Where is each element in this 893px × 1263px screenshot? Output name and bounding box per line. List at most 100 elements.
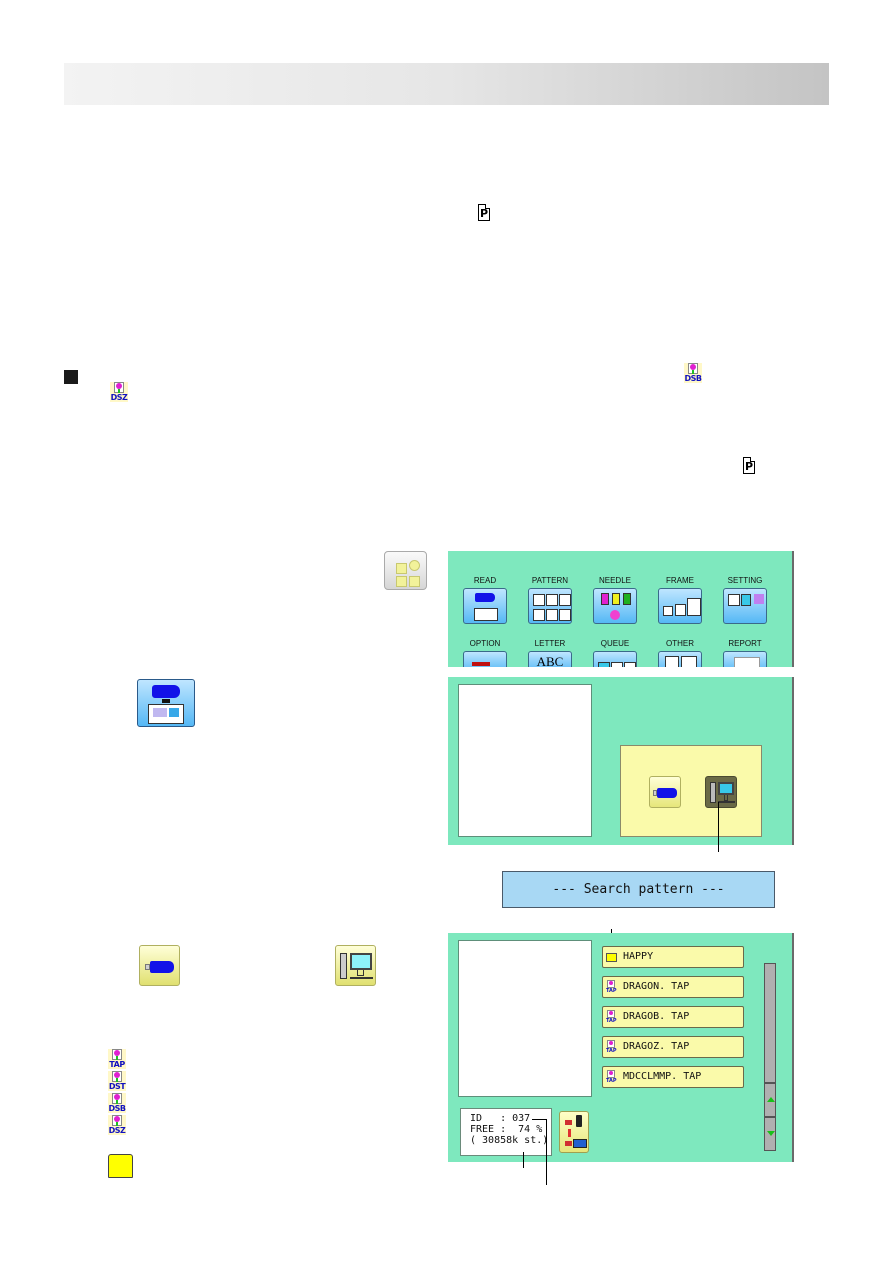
menu-label: SETTING (727, 576, 763, 585)
scroll-track[interactable] (764, 963, 776, 1083)
dsb-file-icon: DSB (108, 1093, 126, 1113)
file-type-label: DSZ (108, 1126, 126, 1135)
search-pattern-banner: --- Search pattern --- (502, 871, 775, 908)
scrollbar[interactable] (764, 963, 776, 1151)
bullet-square (64, 370, 78, 384)
read-icon (463, 588, 507, 624)
file-row[interactable]: TAP DRAGOB. TAP (602, 1006, 744, 1028)
dsb-label: DSB (684, 374, 703, 383)
other-icon (658, 651, 702, 667)
read-icon (137, 679, 195, 727)
pc-icon (710, 782, 716, 803)
menu-label: OTHER (666, 639, 694, 648)
file-row[interactable]: TAP DRAGON. TAP (602, 976, 744, 998)
menu-label: NEEDLE (598, 576, 631, 585)
menu-option[interactable]: OPTION (460, 639, 510, 667)
scroll-down-button[interactable] (764, 1117, 776, 1151)
menu-frame[interactable]: FRAME (655, 576, 705, 624)
file-name: DRAGOB. TAP (623, 1011, 690, 1022)
file-row[interactable]: TAP MDCCLMMP. TAP (602, 1066, 744, 1088)
arrow-up-icon (767, 1097, 775, 1102)
tap-file-icon: TAP (606, 1040, 617, 1054)
menu-label: PATTERN (531, 576, 569, 585)
monitor-icon (573, 1139, 587, 1148)
file-row[interactable]: TAP DRAGOZ. TAP (602, 1036, 744, 1058)
tap-label: TAP (606, 1078, 617, 1084)
transfer-button[interactable] (559, 1111, 589, 1153)
menu-button-icon (384, 551, 427, 590)
pattern-icon (528, 588, 572, 624)
file-type-label: DST (108, 1082, 126, 1091)
tap-file-icon: TAP (606, 1070, 617, 1084)
memory-info-box: ID : 037 FREE : 74 %( 30858k st.) (460, 1108, 552, 1156)
usb-button-icon (139, 945, 180, 986)
free-line: FREE : 74 % (470, 1124, 543, 1135)
device-select-screen (448, 677, 794, 845)
file-name: DRAGON. TAP (623, 981, 690, 992)
file-type-label: TAP (109, 1060, 125, 1069)
menu-report[interactable]: REPORT (720, 639, 770, 667)
dsz-file-icon: DSZ (108, 1115, 126, 1135)
report-icon (723, 651, 767, 667)
device-panel (620, 745, 762, 837)
menu-label: REPORT (728, 639, 762, 648)
menu-other[interactable]: OTHER (655, 639, 705, 667)
file-list-screen: HAPPY TAP DRAGON. TAP TAP DRAGOB. TAP TA… (448, 933, 794, 1162)
file-row[interactable]: HAPPY (602, 946, 744, 968)
frame-icon (658, 588, 702, 624)
usb-icon (653, 788, 677, 798)
menu-label: LETTER (534, 639, 566, 648)
option-icon (463, 651, 507, 667)
usb-device-button[interactable] (649, 776, 681, 808)
menu-label: READ (473, 576, 497, 585)
file-name: MDCCLMMP. TAP (623, 1071, 702, 1082)
callout-line (718, 802, 719, 852)
scroll-up-button[interactable] (764, 1083, 776, 1117)
pattern-preview (458, 684, 592, 837)
tap-label: TAP (606, 1018, 617, 1024)
dst-file-icon: DST (108, 1071, 126, 1091)
menu-label: QUEUE (600, 639, 630, 648)
menu-read[interactable]: READ (460, 576, 510, 624)
tap-file-icon: TAP (606, 980, 617, 994)
folder-icon (606, 953, 617, 962)
dsz-label: DSZ (110, 393, 128, 402)
needle-icon (593, 588, 637, 624)
folder-icon (108, 1154, 133, 1178)
file-name: DRAGOZ. TAP (623, 1041, 690, 1052)
menu-pattern[interactable]: PATTERN (525, 576, 575, 624)
tap-file-icon: TAP (108, 1049, 126, 1069)
pc-button-icon (335, 945, 376, 986)
callout-line (546, 1119, 547, 1185)
menu-setting[interactable]: SETTING (720, 576, 770, 624)
setting-icon (723, 588, 767, 624)
pattern-file-icon: P (743, 457, 755, 474)
p-glyph: P (480, 207, 489, 220)
menu-letter[interactable]: LETTER ABC (525, 639, 575, 667)
tap-file-icon: TAP (606, 1010, 617, 1024)
menu-screen: READ PATTERN NEEDLE FRAME SETTING OPTION… (448, 551, 794, 667)
menu-queue[interactable]: QUEUE (590, 639, 640, 667)
pattern-preview (458, 940, 592, 1097)
tap-label: TAP (606, 988, 617, 994)
pc-device-button[interactable] (705, 776, 737, 808)
pattern-file-icon: P (478, 204, 490, 221)
file-name: HAPPY (623, 951, 654, 962)
callout-line (523, 1152, 524, 1168)
menu-needle[interactable]: NEEDLE (590, 576, 640, 624)
arrow-down-icon (767, 1131, 775, 1136)
dsb-file-icon: DSB (684, 363, 702, 383)
p-glyph: P (745, 460, 754, 473)
callout-line (532, 1119, 546, 1120)
stitch-line: ( 30858k st.) (470, 1135, 549, 1146)
letter-glyph: ABC (536, 654, 564, 667)
menu-label: FRAME (666, 576, 694, 585)
queue-icon (593, 651, 637, 667)
letter-icon: ABC (528, 651, 572, 667)
usb-icon (576, 1115, 582, 1127)
tap-label: TAP (606, 1048, 617, 1054)
section-header-band (64, 63, 829, 105)
menu-label: OPTION (469, 639, 501, 648)
file-type-label: DSB (108, 1104, 127, 1113)
dsz-file-icon: DSZ (110, 382, 128, 402)
